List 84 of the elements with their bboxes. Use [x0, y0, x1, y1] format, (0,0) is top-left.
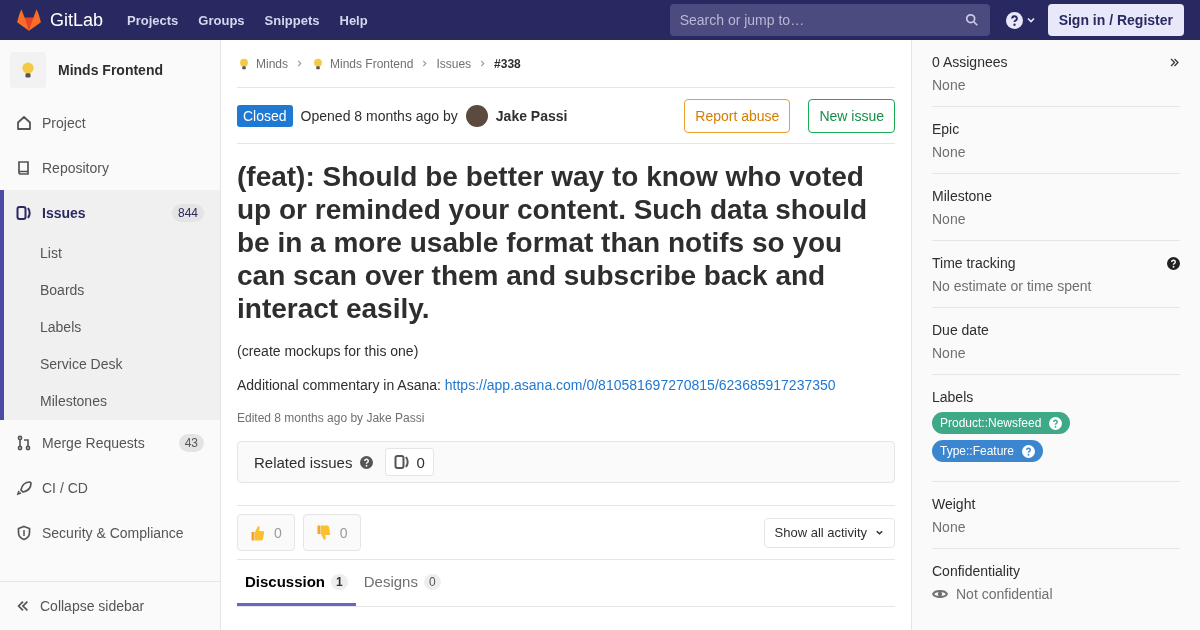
section-title: Time tracking	[932, 255, 1016, 271]
lightbulb-icon	[237, 56, 251, 71]
sidebar-item[interactable]: Security & Compliance	[0, 510, 220, 555]
section-title: Milestone	[932, 188, 992, 204]
help-icon	[1022, 444, 1036, 458]
author-link[interactable]: Jake Passi	[495, 107, 568, 124]
section-value: No estimate or time spent	[932, 278, 1092, 294]
section-value: None	[932, 77, 966, 93]
section-title: Epic	[932, 121, 960, 137]
caret-icon	[875, 528, 884, 537]
section-value: Not confidential	[956, 586, 1053, 602]
project-name[interactable]: Minds Frontend	[58, 62, 163, 78]
section-title: Labels	[932, 389, 974, 405]
lightbulb-icon	[311, 56, 325, 71]
edited-note: Edited 8 months ago by Jake Passi	[237, 411, 426, 425]
author-avatar	[465, 104, 488, 127]
help-icon	[1049, 416, 1063, 430]
sidebar-subitem[interactable]: Milestones	[4, 383, 220, 420]
sign-in-button[interactable]: Sign in / Register	[1047, 4, 1184, 36]
sidebar-subitem[interactable]: Labels	[4, 309, 220, 346]
nav-link[interactable]: Snippets	[264, 12, 320, 28]
activity-filter-dropdown[interactable]: Show all activity	[763, 517, 895, 548]
rocket-icon	[16, 479, 32, 496]
related-count-badge: 0	[385, 448, 434, 476]
opened-text: Opened 8 months ago by	[300, 107, 458, 124]
breadcrumb-link[interactable]: Minds Frontend	[330, 56, 414, 71]
tab[interactable]: Discussion 1	[237, 560, 356, 606]
sidebar-subitem[interactable]: Service Desk	[4, 346, 220, 383]
issue-title: (feat): Should be better way to know who voted up or reminded your content. Such data should be in a more usable format than notifs so you can scan over them and subscribe back and interact easily.	[237, 160, 869, 325]
description-text: Additional commentary in Asana: https://app.asana.com/0/810581697270815/623685917237350	[237, 377, 837, 393]
nav-link[interactable]: Help	[339, 12, 368, 28]
thumbs-up-icon	[250, 523, 266, 542]
help-icon	[360, 455, 374, 469]
count-badge: 43	[178, 433, 204, 452]
help-icon[interactable]	[1005, 11, 1023, 29]
chevron-right-icon	[296, 60, 303, 67]
nav-link[interactable]: Projects	[127, 12, 179, 28]
link[interactable]: https://app.asana.com/0/810581697270815/623685917237350	[444, 377, 836, 393]
description-text: (create mockups for this one)	[237, 343, 420, 359]
breadcrumb-link[interactable]: Issues	[436, 56, 472, 71]
sidebar-item[interactable]: Project	[0, 100, 220, 145]
help-icon	[1167, 256, 1180, 270]
status-badge: Closed	[237, 104, 293, 127]
search-field[interactable]: Search or jump to…	[669, 4, 990, 36]
caret-icon[interactable]	[1025, 15, 1036, 25]
sidebar-item[interactable]: Merge Requests 43	[0, 420, 220, 465]
merge-request-icon	[16, 434, 32, 451]
sidebar-subitem[interactable]: List	[4, 235, 220, 272]
home-icon	[16, 114, 32, 131]
shield-icon	[16, 524, 32, 541]
double-chevron-left-icon	[16, 599, 30, 613]
sidebar-item[interactable]: Repository	[0, 145, 220, 190]
count-badge: 1	[331, 573, 348, 590]
nav-link[interactable]: Groups	[198, 12, 245, 28]
section-value: None	[932, 345, 966, 361]
thumbs-down-icon	[315, 523, 332, 542]
issues-icon	[16, 204, 32, 221]
brand-name: GitLab	[50, 9, 104, 31]
search-icon	[964, 13, 979, 27]
issues-icon	[394, 454, 411, 470]
section-value: None	[932, 144, 966, 160]
collapse-sidebar-button[interactable]: Collapse sidebar	[0, 581, 220, 630]
section-title: 0 Assignees	[932, 54, 1008, 70]
fox-logo-icon	[16, 8, 42, 32]
section-title: Weight	[932, 496, 976, 512]
chevron-right-icon	[421, 60, 429, 67]
related-issues-label: Related issues	[254, 453, 353, 471]
chevron-right-icon	[479, 60, 487, 67]
section-value: None	[932, 519, 966, 535]
tab[interactable]: Designs 0	[355, 560, 449, 606]
breadcrumb-link[interactable]: Minds	[256, 56, 288, 71]
count-badge: 844	[171, 203, 204, 222]
section-value: None	[932, 211, 966, 227]
sidebar-item[interactable]: Issues 844	[4, 190, 220, 235]
double-chevron-right-icon[interactable]	[1169, 56, 1180, 68]
label-tag[interactable]: Type::Feature	[932, 440, 1044, 462]
section-title: Due date	[932, 322, 989, 338]
book-icon	[16, 159, 32, 176]
breadcrumb-link[interactable]: #338	[494, 56, 521, 71]
section-title: Confidentiality	[932, 563, 1020, 579]
sidebar-item[interactable]: CI / CD	[0, 465, 220, 510]
new-issue-button[interactable]: New issue	[808, 98, 895, 133]
count-badge: 0	[423, 573, 441, 590]
sidebar-subitem[interactable]: Boards	[4, 272, 220, 309]
